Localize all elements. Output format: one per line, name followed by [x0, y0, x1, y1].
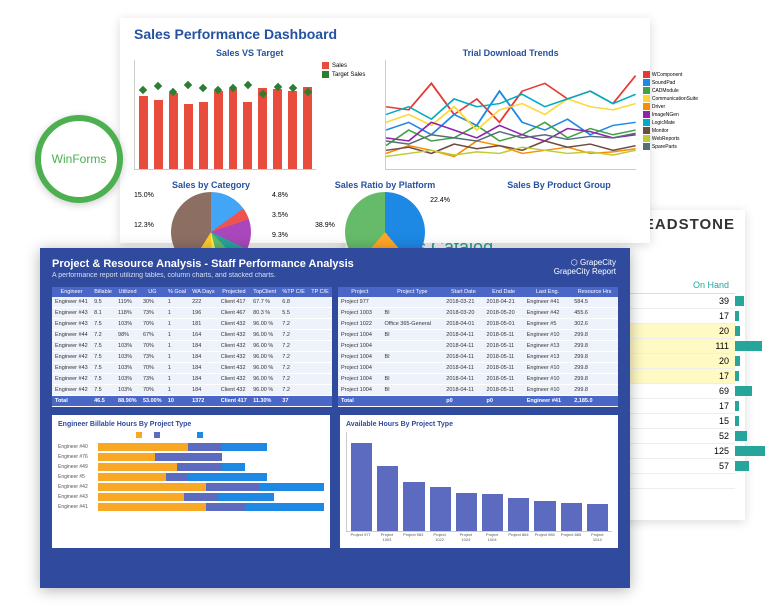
table-row: Project 1003BI2018-03-202018-05-20Engine…: [338, 308, 618, 319]
sales-vs-target-chart: [134, 60, 316, 170]
dashboard-title: Sales Performance Dashboard: [134, 26, 636, 42]
table-row: Project 1004BI2018-04-112018-05-11Engine…: [338, 385, 618, 396]
table-row: Project 1004BI2018-04-112018-05-11Engine…: [338, 352, 618, 363]
table-row: Project 1004BI2018-04-112018-05-11Engine…: [338, 330, 618, 341]
table-row: Engineer #427.5103%73%1184Client 43296.0…: [52, 352, 332, 363]
table-row: Engineer #438.1118%73%1196Client 46780.3…: [52, 308, 332, 319]
table-row: Engineer #447.298%67%1164Client 43296.00…: [52, 330, 332, 341]
table-row: Engineer #427.5103%70%1184Client 43296.0…: [52, 341, 332, 352]
table-row: Engineer #427.5103%70%1184Client 43296.0…: [52, 385, 332, 396]
staff-table-right: ProjectProject TypeStart DateEnd DateLas…: [338, 287, 618, 407]
trial-trends-chart: WComponentSoundPadCADModuleCommunication…: [385, 60, 636, 170]
pra-title: Project & Resource Analysis - Staff Perf…: [52, 258, 618, 270]
trial-legend: WComponentSoundPadCADModuleCommunication…: [643, 70, 698, 151]
table-row: Engineer #419.5119%30%1222Client 41767.7…: [52, 297, 332, 308]
sales-vs-target-title: Sales VS Target: [134, 48, 365, 58]
table-row: Engineer #437.5103%70%1184Client 43296.0…: [52, 363, 332, 374]
winforms-badge: WinForms: [35, 115, 123, 203]
billable-chart: Engineer Billable Hours By Project Type …: [52, 415, 330, 548]
table-row: Project 1022Office 365-General2018-04-01…: [338, 319, 618, 330]
available-chart: Available Hours By Project Type Project …: [340, 415, 618, 548]
svt-legend: Sales Target Sales: [322, 60, 365, 170]
table-row: Project 10042018-04-112018-05-11Engineer…: [338, 363, 618, 374]
trial-trends-title: Trial Download Trends: [385, 48, 636, 58]
project-analysis-panel: Project & Resource Analysis - Staff Perf…: [40, 248, 630, 588]
table-row: Project 1004BI2018-04-112018-05-11Engine…: [338, 374, 618, 385]
table-row: Engineer #427.5103%73%1184Client 43296.0…: [52, 374, 332, 385]
grapecity-brand: ⬡ GrapeCity GrapeCity Report: [554, 258, 616, 276]
table-row: Project 10042018-04-112018-05-11Engineer…: [338, 341, 618, 352]
sales-dashboard-panel: Sales Performance Dashboard Sales VS Tar…: [120, 18, 650, 243]
table-row: Engineer #437.5103%70%1181Client 43296.0…: [52, 319, 332, 330]
staff-table-left: EngineerBillableUtilizedUG% GoalWA DaysP…: [52, 287, 332, 407]
table-row: Project 9772018-03-212018-04-21Engineer …: [338, 297, 618, 308]
